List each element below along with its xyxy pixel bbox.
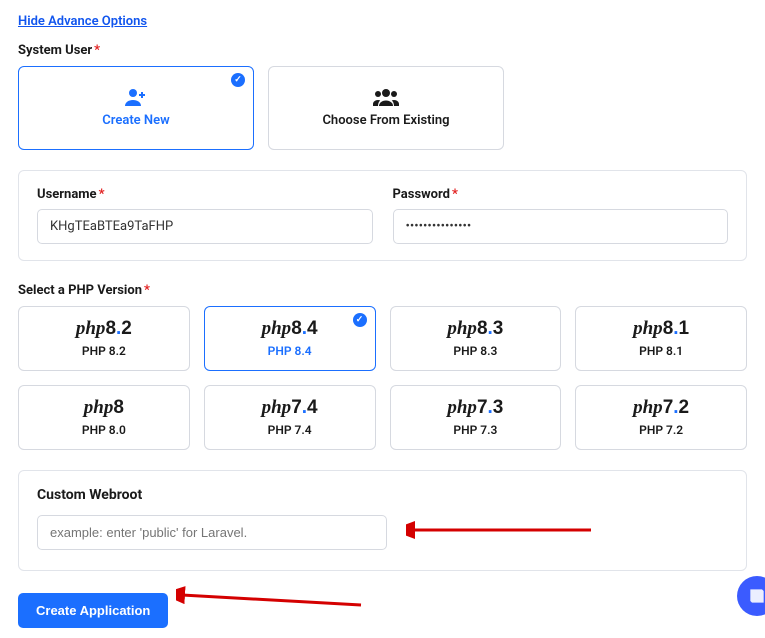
custom-webroot-label: Custom Webroot — [37, 487, 728, 503]
username-input[interactable] — [37, 209, 373, 244]
php-version-text: PHP 7.2 — [584, 423, 738, 437]
php-version-card[interactable]: php7.2 PHP 7.2 — [575, 385, 747, 450]
check-icon: ✓ — [231, 73, 245, 87]
php-logo-icon: php8.4 — [213, 319, 367, 338]
php-version-grid: php8.2 PHP 8.2 ✓php8.4 PHP 8.4 php8.3 PHP 8.3… — [18, 306, 747, 450]
php-logo-icon: php7.4 — [213, 398, 367, 417]
php-version-card[interactable]: php8.3 PHP 8.3 — [390, 306, 562, 371]
php-logo-icon: php8.1 — [584, 319, 738, 338]
php-version-card[interactable]: php7.4 PHP 7.4 — [204, 385, 376, 450]
required-mark: * — [94, 43, 100, 58]
custom-webroot-input[interactable] — [37, 515, 387, 550]
custom-webroot-box: Custom Webroot — [18, 470, 747, 571]
username-label: Username* — [37, 187, 373, 202]
system-user-options: ✓ Create New Choose From Existing — [18, 66, 747, 150]
php-version-card[interactable]: php8 PHP 8.0 — [18, 385, 190, 450]
required-mark: * — [144, 283, 150, 298]
password-input[interactable] — [393, 209, 729, 244]
password-label: Password* — [393, 187, 729, 202]
php-logo-icon: php7.2 — [584, 398, 738, 417]
create-new-label: Create New — [102, 113, 169, 128]
php-version-text: PHP 7.4 — [213, 423, 367, 437]
php-version-label: Select a PHP Version* — [18, 283, 747, 298]
create-application-button[interactable]: Create Application — [18, 593, 168, 628]
create-new-user-card[interactable]: ✓ Create New — [18, 66, 254, 150]
hide-advance-options-link[interactable]: Hide Advance Options — [18, 14, 147, 29]
choose-existing-label: Choose From Existing — [322, 113, 449, 128]
password-field-group: Password* — [393, 187, 729, 244]
php-logo-icon: php7.3 — [399, 398, 553, 417]
username-field-group: Username* — [37, 187, 373, 244]
users-icon — [373, 88, 399, 109]
floating-help-button[interactable] — [737, 576, 765, 616]
php-version-card[interactable]: ✓php8.4 PHP 8.4 — [204, 306, 376, 371]
php-version-card[interactable]: php7.3 PHP 7.3 — [390, 385, 562, 450]
check-icon: ✓ — [353, 313, 367, 327]
password-label-text: Password — [393, 187, 450, 202]
php-version-text: PHP 8.1 — [584, 344, 738, 358]
required-mark: * — [452, 187, 458, 202]
php-version-card[interactable]: php8.2 PHP 8.2 — [18, 306, 190, 371]
php-logo-icon: php8 — [27, 398, 181, 417]
php-version-text: PHP 8.0 — [27, 423, 181, 437]
system-user-label: System User* — [18, 43, 747, 58]
php-version-card[interactable]: php8.1 PHP 8.1 — [575, 306, 747, 371]
credentials-box: Username* Password* — [18, 170, 747, 261]
php-version-text: PHP 7.3 — [399, 423, 553, 437]
php-version-text: PHP 8.3 — [399, 344, 553, 358]
username-label-text: Username — [37, 187, 97, 202]
choose-existing-user-card[interactable]: Choose From Existing — [268, 66, 504, 150]
annotation-arrow-icon — [176, 585, 376, 611]
required-mark: * — [99, 187, 105, 202]
system-user-label-text: System User — [18, 43, 92, 58]
php-logo-icon: php8.2 — [27, 319, 181, 338]
php-version-label-text: Select a PHP Version — [18, 283, 142, 298]
php-logo-icon: php8.3 — [399, 319, 553, 338]
php-version-text: PHP 8.2 — [27, 344, 181, 358]
user-plus-icon — [125, 88, 147, 109]
php-version-text: PHP 8.4 — [213, 344, 367, 358]
